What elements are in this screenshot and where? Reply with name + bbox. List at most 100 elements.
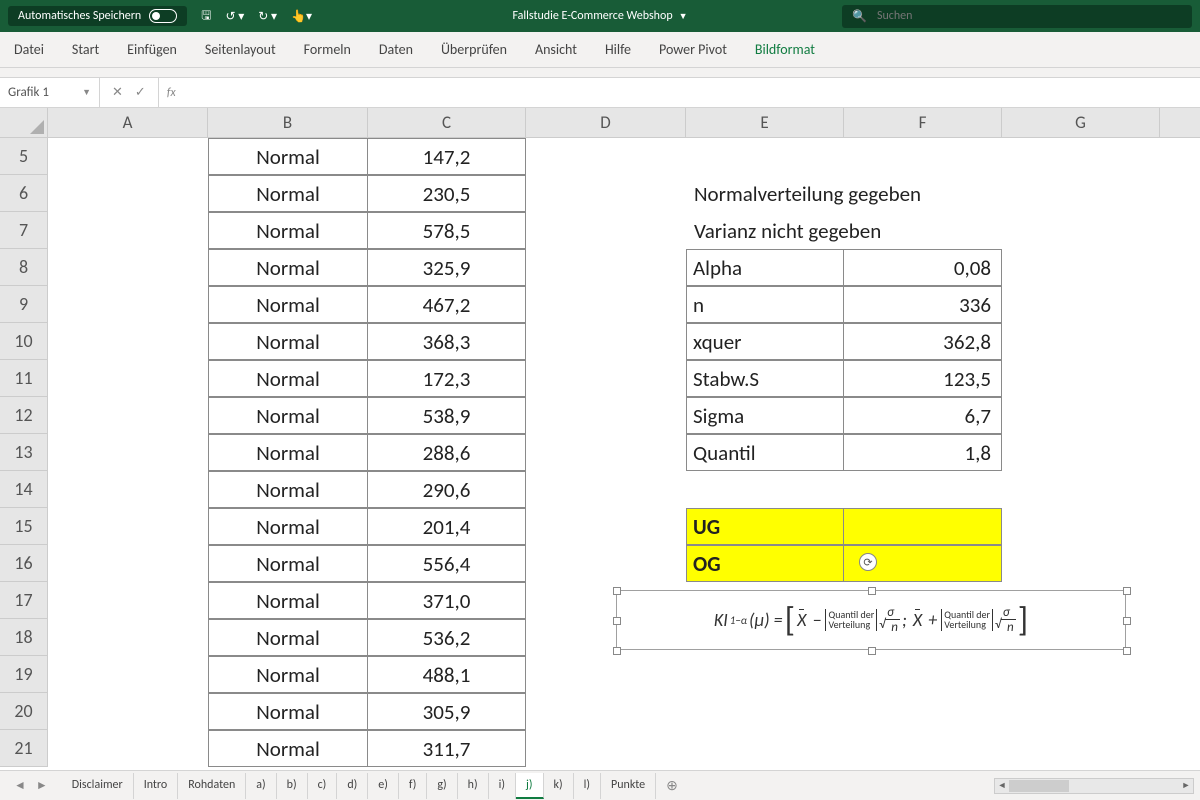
row-header-14[interactable]: 14 bbox=[0, 471, 48, 508]
cell-c8[interactable]: 325,9 bbox=[368, 249, 526, 286]
scrollbar-thumb[interactable] bbox=[1009, 780, 1069, 792]
cell-c20[interactable]: 305,9 bbox=[368, 693, 526, 730]
cell-e11[interactable]: Stabw.S bbox=[686, 360, 844, 397]
ribbon-tab-einfügen[interactable]: Einfügen bbox=[125, 35, 179, 64]
cell-b9[interactable]: Normal bbox=[208, 286, 368, 323]
cancel-icon[interactable]: ✕ bbox=[112, 85, 123, 100]
col-header-C[interactable]: C bbox=[368, 108, 526, 137]
scroll-right-icon[interactable]: ► bbox=[1179, 779, 1193, 793]
cell-b17[interactable]: Normal bbox=[208, 582, 368, 619]
toggle-switch[interactable] bbox=[149, 9, 177, 23]
row-header-12[interactable]: 12 bbox=[0, 397, 48, 434]
row-header-10[interactable]: 10 bbox=[0, 323, 48, 360]
cell-b14[interactable]: Normal bbox=[208, 471, 368, 508]
cell-c7[interactable]: 578,5 bbox=[368, 212, 526, 249]
select-all-corner[interactable] bbox=[0, 108, 48, 138]
cell-c14[interactable]: 290,6 bbox=[368, 471, 526, 508]
sheet-tab-h[interactable]: h) bbox=[458, 773, 489, 799]
undo-icon[interactable]: ↺ ▾ bbox=[225, 9, 244, 24]
search-bar[interactable]: 🔍 bbox=[842, 5, 1192, 28]
col-header-E[interactable]: E bbox=[686, 108, 844, 137]
confirm-icon[interactable]: ✓ bbox=[135, 85, 146, 100]
ribbon-tab-überprüfen[interactable]: Überprüfen bbox=[439, 35, 509, 64]
cell-e8[interactable]: Alpha bbox=[686, 249, 844, 286]
cell-c6[interactable]: 230,5 bbox=[368, 175, 526, 212]
row-header-13[interactable]: 13 bbox=[0, 434, 48, 471]
cell-f13[interactable]: 1,8 bbox=[844, 434, 1002, 471]
resize-handle[interactable] bbox=[868, 647, 876, 655]
cell-e16[interactable]: OG bbox=[686, 545, 844, 582]
cell-f11[interactable]: 123,5 bbox=[844, 360, 1002, 397]
cell-c21[interactable]: 311,7 bbox=[368, 730, 526, 767]
row-header-15[interactable]: 15 bbox=[0, 508, 48, 545]
sheet-tab-l[interactable]: l) bbox=[574, 773, 601, 799]
cell-c5[interactable]: 147,2 bbox=[368, 138, 526, 175]
cell-c19[interactable]: 488,1 bbox=[368, 656, 526, 693]
cell-b6[interactable]: Normal bbox=[208, 175, 368, 212]
name-box[interactable]: Grafik 1 ▼ bbox=[0, 78, 100, 107]
resize-handle[interactable] bbox=[868, 587, 876, 595]
cell-b21[interactable]: Normal bbox=[208, 730, 368, 767]
touch-icon[interactable]: 👆▾ bbox=[291, 9, 312, 24]
row-header-16[interactable]: 16 bbox=[0, 545, 48, 582]
formula-image[interactable]: KI1−α(μ) = [ X − Quantil derVerteilung σ… bbox=[616, 590, 1126, 650]
sheet-tab-b[interactable]: b) bbox=[277, 773, 308, 799]
sheet-tab-c[interactable]: c) bbox=[308, 773, 338, 799]
row-header-7[interactable]: 7 bbox=[0, 212, 48, 249]
cell-f12[interactable]: 6,7 bbox=[844, 397, 1002, 434]
ribbon-tab-hilfe[interactable]: Hilfe bbox=[603, 35, 633, 64]
cell-c18[interactable]: 536,2 bbox=[368, 619, 526, 656]
col-header-B[interactable]: B bbox=[208, 108, 368, 137]
sheet-tab-intro[interactable]: Intro bbox=[134, 773, 179, 799]
sheet-tab-disclaimer[interactable]: Disclaimer bbox=[62, 773, 134, 799]
cell-e7[interactable]: Varianz nicht gegeben bbox=[686, 212, 1086, 249]
sheet-tab-j[interactable]: j) bbox=[516, 773, 544, 799]
prev-sheet-icon[interactable]: ◄ bbox=[14, 778, 26, 793]
cell-e15[interactable]: UG bbox=[686, 508, 844, 545]
ribbon-tab-datei[interactable]: Datei bbox=[12, 35, 46, 64]
row-header-8[interactable]: 8 bbox=[0, 249, 48, 286]
row-header-5[interactable]: 5 bbox=[0, 138, 48, 175]
sheet-tab-k[interactable]: k) bbox=[544, 773, 574, 799]
sheet-tab-a[interactable]: a) bbox=[246, 773, 276, 799]
cell-b7[interactable]: Normal bbox=[208, 212, 368, 249]
cell-e13[interactable]: Quantil bbox=[686, 434, 844, 471]
chevron-down-icon[interactable]: ▼ bbox=[82, 87, 91, 98]
col-header-A[interactable]: A bbox=[48, 108, 208, 137]
cell-e12[interactable]: Sigma bbox=[686, 397, 844, 434]
row-header-11[interactable]: 11 bbox=[0, 360, 48, 397]
sheet-tab-i[interactable]: i) bbox=[489, 773, 516, 799]
col-header-F[interactable]: F bbox=[844, 108, 1002, 137]
cell-c13[interactable]: 288,6 bbox=[368, 434, 526, 471]
save-icon[interactable]: 🖫 bbox=[201, 6, 211, 27]
document-title[interactable]: Fallstudie E-Commerce Webshop ▼ bbox=[512, 9, 687, 23]
resize-handle[interactable] bbox=[1123, 647, 1131, 655]
sheet-tab-f[interactable]: f) bbox=[399, 773, 427, 799]
sheet-tab-rohdaten[interactable]: Rohdaten bbox=[178, 773, 246, 799]
ribbon-tab-daten[interactable]: Daten bbox=[377, 35, 415, 64]
add-sheet-button[interactable]: ⊕ bbox=[656, 777, 688, 794]
resize-handle[interactable] bbox=[613, 587, 621, 595]
cell-b11[interactable]: Normal bbox=[208, 360, 368, 397]
cell-c15[interactable]: 201,4 bbox=[368, 508, 526, 545]
spreadsheet-grid[interactable]: ABCDEFG 56789101112131415161718192021 No… bbox=[0, 108, 1200, 770]
resize-handle[interactable] bbox=[613, 617, 621, 625]
ribbon-tab-formeln[interactable]: Formeln bbox=[302, 35, 353, 64]
ribbon-tab-start[interactable]: Start bbox=[70, 35, 101, 64]
cell-b8[interactable]: Normal bbox=[208, 249, 368, 286]
ribbon-tab-power pivot[interactable]: Power Pivot bbox=[657, 35, 729, 64]
sheet-tab-d[interactable]: d) bbox=[337, 773, 368, 799]
ribbon-tab-bildformat[interactable]: Bildformat bbox=[753, 35, 817, 64]
sheet-tab-punkte[interactable]: Punkte bbox=[601, 773, 656, 799]
cell-b13[interactable]: Normal bbox=[208, 434, 368, 471]
row-header-20[interactable]: 20 bbox=[0, 693, 48, 730]
scroll-left-icon[interactable]: ◄ bbox=[995, 779, 1009, 793]
cell-b5[interactable]: Normal bbox=[208, 138, 368, 175]
row-header-17[interactable]: 17 bbox=[0, 582, 48, 619]
sheet-tab-e[interactable]: e) bbox=[368, 773, 399, 799]
sheet-nav[interactable]: ◄ ► bbox=[0, 778, 62, 793]
resize-handle[interactable] bbox=[613, 647, 621, 655]
cell-b18[interactable]: Normal bbox=[208, 619, 368, 656]
horizontal-scrollbar[interactable]: ◄ ► bbox=[994, 778, 1194, 794]
cell-e6[interactable]: Normalverteilung gegeben bbox=[686, 175, 1086, 212]
